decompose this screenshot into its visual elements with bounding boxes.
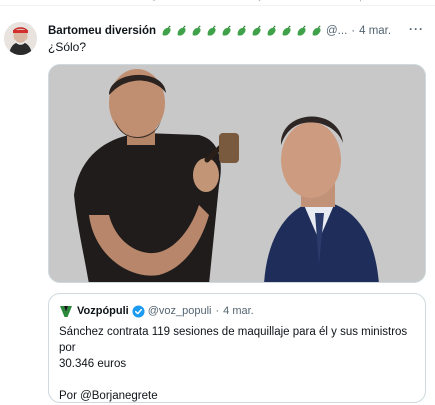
pepper-emoji-icon <box>312 25 321 36</box>
tweet-text: ¿Sólo? <box>48 40 87 54</box>
tweet-header: Bartomeu diversión @... · 4 mar. ··· <box>48 22 428 40</box>
author-name[interactable]: Bartomeu diversión <box>48 25 156 37</box>
pepper-emoji-icon <box>177 25 186 36</box>
pepper-emoji-icon <box>162 25 171 36</box>
separator-dot: · <box>351 25 356 37</box>
avatar-image <box>4 22 37 55</box>
author-avatar[interactable] <box>4 22 37 55</box>
pepper-emoji-icon <box>237 25 246 36</box>
quoted-tweet[interactable]: Vozpópuli @voz_populi · 4 mar. Sánchez c… <box>48 293 426 403</box>
quoted-text-line: Por @Borjanegrete <box>59 390 158 402</box>
more-options-icon[interactable]: ··· <box>409 22 424 36</box>
pepper-emoji-icon <box>207 25 216 36</box>
tweet-date[interactable]: 4 mar. <box>359 25 391 37</box>
quoted-text-line: Sánchez contrata 119 sesiones de maquill… <box>59 326 408 354</box>
pepper-emoji-icon <box>267 25 276 36</box>
media-illustration <box>49 65 425 282</box>
verified-badge-icon <box>132 304 145 318</box>
tweet-media-image[interactable] <box>48 64 426 283</box>
like-icon[interactable]: ♡ <box>255 0 265 4</box>
previous-tweet-action-bar: ✓ ↺ ♡ ↑ <box>0 0 435 6</box>
emoji-row <box>160 25 323 38</box>
quoted-tweet-date[interactable]: 4 mar. <box>223 305 254 317</box>
share-icon[interactable]: ↑ <box>358 0 368 4</box>
quoted-text-line: 30.346 euros <box>59 358 127 370</box>
reply-icon[interactable]: ✓ <box>18 0 28 4</box>
quoted-text-spacer <box>59 372 419 388</box>
pepper-emoji-icon <box>222 25 231 36</box>
pepper-emoji-icon <box>192 25 201 36</box>
pepper-emoji-icon <box>252 25 261 36</box>
pepper-emoji-icon <box>282 25 291 36</box>
quoted-author-name[interactable]: Vozpópuli <box>77 305 129 317</box>
quoted-separator-dot: · <box>215 305 220 317</box>
pepper-emoji-icon <box>297 25 306 36</box>
quoted-tweet-header: Vozpópuli @voz_populi · 4 mar. <box>59 304 254 318</box>
author-handle[interactable]: @... <box>326 25 347 37</box>
quoted-author-handle[interactable]: @voz_populi <box>148 305 212 317</box>
vozpopuli-logo-icon <box>59 304 73 318</box>
quoted-tweet-text: Sánchez contrata 119 sesiones de maquill… <box>59 324 419 405</box>
retweet-icon[interactable]: ↺ <box>150 0 160 4</box>
